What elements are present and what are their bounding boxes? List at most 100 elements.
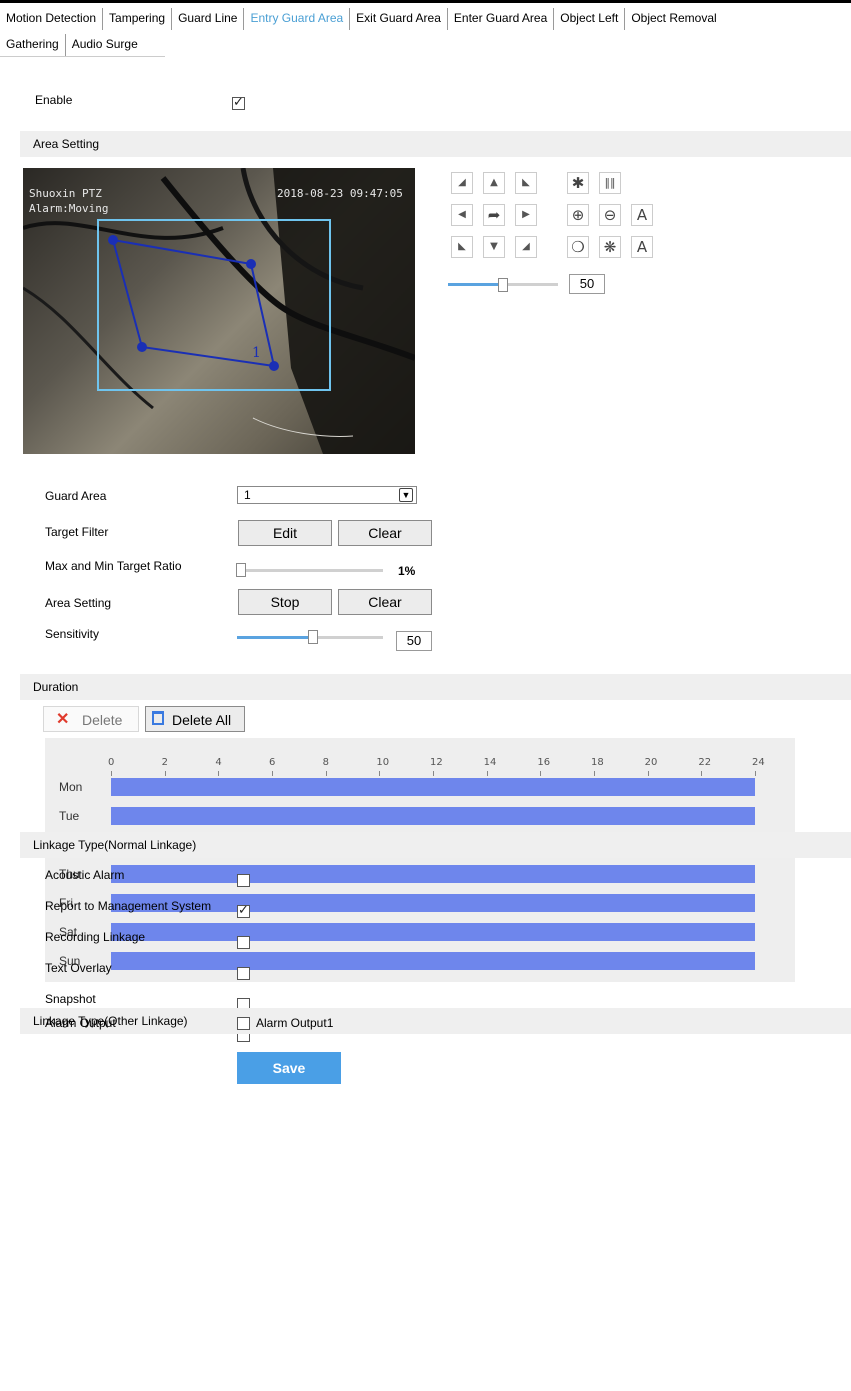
target-filter-clear-button[interactable]: Clear — [338, 520, 432, 546]
day-label: Mon — [59, 780, 83, 794]
tab-exit-guard-area[interactable]: Exit Guard Area — [349, 8, 447, 30]
tab-enter-guard-area[interactable]: Enter Guard Area — [446, 8, 553, 30]
linkage-checkbox[interactable] — [237, 936, 250, 949]
delete-label: Delete — [82, 712, 123, 728]
hour-tick — [647, 771, 649, 776]
guard-area-value: 1 — [244, 488, 251, 502]
tab-motion-detection[interactable]: Motion Detection — [4, 8, 102, 30]
schedule-bar-sun[interactable] — [111, 952, 755, 970]
close-icon: ✕ — [56, 711, 70, 728]
iris-open-icon[interactable]: ❍ — [567, 236, 589, 258]
hour-tick — [486, 771, 488, 776]
hour-label: 12 — [430, 757, 443, 768]
enable-checkbox[interactable] — [232, 95, 245, 110]
hour-label: 6 — [269, 757, 276, 768]
linkage-label: Snapshot — [45, 992, 96, 1006]
tab-entry-guard-area[interactable]: Entry Guard Area — [243, 8, 349, 30]
hour-label: 24 — [752, 757, 765, 768]
linkage-label: Report to Management System — [45, 899, 212, 913]
tab-tampering[interactable]: Tampering — [102, 8, 171, 30]
tab-guard-line[interactable]: Guard Line — [171, 8, 243, 30]
area-setting-header: Area Setting — [20, 131, 851, 157]
hour-tick — [540, 771, 542, 776]
hour-label: 10 — [376, 757, 390, 768]
focus-far-icon[interactable]: ‖‖ — [599, 172, 621, 194]
linkage-checkbox[interactable] — [237, 967, 250, 980]
sensitivity-value[interactable]: 50 — [396, 631, 432, 651]
hour-tick — [164, 771, 166, 776]
guard-area-select[interactable]: 1 ▼ — [237, 486, 417, 504]
tab-object-left[interactable]: Object Left — [553, 8, 624, 30]
sensitivity-thumb[interactable] — [308, 630, 318, 644]
target-ratio-thumb[interactable] — [236, 563, 246, 577]
target-filter-edit-button[interactable]: Edit — [238, 520, 332, 546]
pan-upleft-icon[interactable]: ◢ — [451, 172, 473, 194]
tab-object-removal[interactable]: Object Removal — [624, 8, 722, 30]
area-number: 1 — [252, 345, 261, 361]
target-ratio-track[interactable] — [237, 569, 383, 572]
area-setting-stop-button[interactable]: Stop — [238, 589, 332, 615]
osd-alarm: Alarm:Moving — [29, 202, 109, 215]
schedule-bar-mon[interactable] — [111, 778, 755, 796]
hour-label: 14 — [483, 757, 497, 768]
auto-a-icon[interactable]: A — [631, 204, 653, 226]
delete-button[interactable]: ✕ Delete — [43, 706, 139, 732]
iris-close-icon[interactable]: ❋ — [599, 236, 621, 258]
area-setting-label: Area Setting — [45, 596, 112, 610]
hour-tick — [755, 771, 756, 776]
enable-label: Enable — [35, 93, 73, 107]
pan-right-icon[interactable]: ▶ — [515, 204, 537, 226]
alarm-output-label: Alarm Output — [45, 1016, 116, 1030]
schedule-bar-tue[interactable] — [111, 807, 755, 825]
schedule-bar-sat[interactable] — [111, 923, 755, 941]
hour-tick — [111, 771, 112, 776]
hour-label: 18 — [591, 757, 604, 768]
pan-upright-icon[interactable]: ◣ — [515, 172, 537, 194]
zoom-in-icon[interactable]: ⊕ — [567, 204, 589, 226]
hour-label: 4 — [215, 757, 222, 768]
focus-near-icon[interactable]: ✱ — [567, 172, 589, 194]
save-button[interactable]: Save — [237, 1052, 341, 1084]
tab-bar-row2: Gathering Audio Surge — [4, 34, 144, 56]
hour-label: 22 — [698, 757, 712, 768]
hour-tick — [325, 771, 327, 776]
tab-divider — [0, 56, 165, 57]
rotate-icon[interactable]: ➦ — [483, 204, 505, 226]
osd-name: Shuoxin PTZ — [29, 187, 102, 200]
schedule-grid[interactable]: 024681012141618202224MonTueWedThuFriSatS… — [45, 738, 795, 982]
target-ratio-label: Max and Min Target Ratio — [45, 559, 182, 573]
area-setting-clear-button[interactable]: Clear — [338, 589, 432, 615]
linkage-normal-header: Linkage Type(Normal Linkage) — [20, 832, 851, 858]
tab-bar: Motion Detection Tampering Guard Line Entry… — [4, 8, 723, 30]
ptz-speed-value[interactable]: 50 — [569, 274, 605, 294]
duration-header: Duration — [20, 674, 851, 700]
linkage-checkbox[interactable] — [237, 874, 250, 887]
target-filter-label: Target Filter — [45, 525, 109, 539]
pan-up-icon[interactable]: ▲ — [483, 172, 505, 194]
linkage-label: Recording Linkage — [45, 930, 146, 944]
pan-down-icon[interactable]: ▼ — [483, 236, 505, 258]
pan-downleft-icon[interactable]: ◣ — [451, 236, 473, 258]
hour-label: 0 — [108, 757, 115, 768]
pan-left-icon[interactable]: ◀ — [451, 204, 473, 226]
guard-area-label: Guard Area — [45, 489, 107, 503]
auto-a-icon-2[interactable]: A — [631, 236, 653, 258]
pan-downright-icon[interactable]: ◢ — [515, 236, 537, 258]
video-preview[interactable]: Shuoxin PTZ Alarm:Moving 2018-08-23 09:4… — [23, 168, 415, 454]
target-ratio-value: 1% — [398, 564, 416, 578]
linkage-label: Text Overlay — [45, 961, 112, 975]
hour-tick — [594, 771, 595, 776]
delete-all-button[interactable]: Delete All — [145, 706, 245, 732]
linkage-other-header: Linkage Type(Other Linkage) — [20, 1008, 851, 1034]
ptz-speed-thumb[interactable] — [498, 278, 508, 292]
hour-tick — [218, 771, 220, 776]
zoom-out-icon[interactable]: ⊖ — [599, 204, 621, 226]
alarm-output-checkbox[interactable] — [237, 1017, 250, 1030]
sensitivity-label: Sensitivity — [45, 627, 100, 641]
hour-label: 20 — [644, 757, 658, 768]
tab-gathering[interactable]: Gathering — [4, 34, 65, 56]
alarm-output-option: Alarm Output1 — [256, 1016, 334, 1030]
linkage-checkbox[interactable] — [237, 903, 250, 918]
schedule-bar-thu[interactable] — [111, 865, 755, 883]
tab-audio-surge[interactable]: Audio Surge — [64, 34, 144, 56]
